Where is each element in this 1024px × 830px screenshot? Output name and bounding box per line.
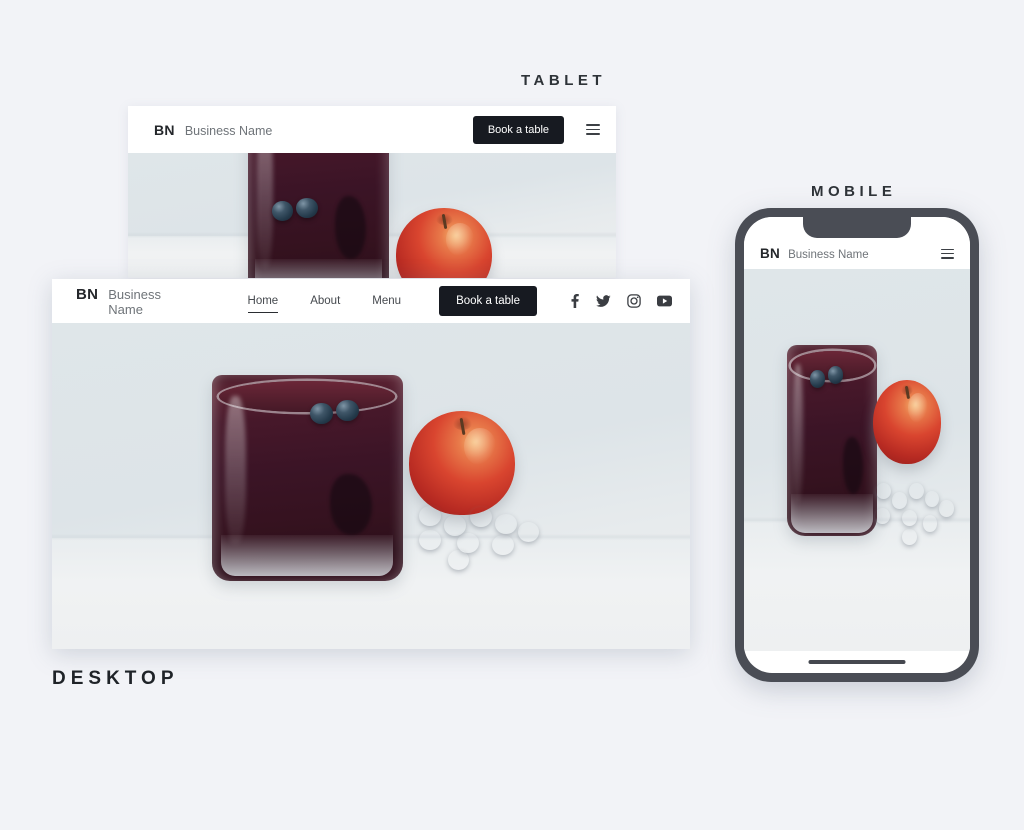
social-links (569, 294, 672, 308)
tablet-book-a-table-button[interactable]: Book a table (472, 115, 564, 144)
hamburger-bar (586, 133, 600, 135)
mobile-home-indicator (808, 660, 906, 664)
hero-blueberry (495, 514, 517, 534)
hero-blueberry (925, 491, 940, 507)
hamburger-bar (586, 128, 600, 131)
hero-apple-gloss (445, 222, 475, 257)
brand-mark: BN (154, 121, 175, 138)
mobile-mockup: BN Business Name (735, 208, 979, 682)
hero-glass-sheen (793, 364, 804, 502)
desktop-navbar: BN Business Name Home About Menu Book a … (52, 279, 690, 323)
hero-blueberry (902, 529, 917, 545)
brand-mark: BN (76, 285, 99, 303)
hero-top-blueberry (809, 370, 826, 388)
hero-blueberry (876, 483, 891, 499)
mobile-device-label: MOBILE (811, 183, 897, 200)
hamburger-icon[interactable] (586, 124, 600, 135)
mobile-notch (803, 217, 911, 238)
hero-apple-gloss (908, 393, 929, 424)
nav-link-menu[interactable]: Menu (372, 295, 401, 307)
hero-blueberry (875, 508, 890, 524)
brand-name: Business Name (184, 123, 273, 138)
mobile-screen: BN Business Name (744, 217, 970, 673)
brand-mark: BN (760, 246, 781, 261)
hamburger-bar (941, 248, 954, 251)
nav-link-home[interactable]: Home (247, 295, 278, 313)
hero-blueberry (470, 507, 492, 527)
tablet-brand[interactable]: BN Business Name (154, 122, 272, 138)
mobile-hero-image (744, 269, 970, 651)
hero-table-surface (744, 521, 970, 651)
nav-link-about[interactable]: About (310, 295, 340, 307)
hero-blueberry (902, 510, 917, 526)
hero-fruit-blob (843, 437, 863, 495)
hero-glass-sheen (224, 395, 246, 544)
desktop-book-a-table-button[interactable]: Book a table (439, 286, 537, 316)
hero-top-blueberry (271, 200, 294, 221)
hero-blueberry (939, 500, 954, 516)
hero-blueberry (448, 550, 470, 570)
hero-fruit-blob (330, 473, 373, 536)
youtube-icon[interactable] (657, 295, 672, 307)
desktop-hero-image (52, 323, 690, 649)
hamburger-icon[interactable] (941, 248, 954, 259)
hero-smoothie-glass (247, 153, 390, 278)
hamburger-bar (586, 124, 600, 126)
desktop-brand[interactable]: BN Business Name (76, 286, 174, 317)
hero-blueberry (892, 492, 907, 508)
tablet-device-label: TABLET (521, 72, 607, 89)
mobile-brand[interactable]: BN Business Name (760, 246, 869, 261)
hero-apple (872, 379, 941, 464)
desktop-nav-links: Home About Menu (247, 295, 401, 313)
mockup-stage: TABLET BN Business Name Book a table MOB… (0, 0, 1024, 830)
hero-blueberry (419, 530, 441, 550)
tablet-hero-image (128, 153, 616, 278)
hero-apple (396, 208, 492, 278)
desktop-device-label: DESKTOP (52, 668, 179, 689)
hero-smoothie-glass (211, 375, 403, 581)
hero-apple (409, 411, 515, 516)
hamburger-bar (941, 256, 954, 259)
hero-blueberry (444, 515, 466, 535)
brand-name: Business Name (788, 249, 869, 261)
tablet-mockup: BN Business Name Book a table (128, 106, 616, 278)
tablet-navbar: BN Business Name Book a table (128, 106, 616, 153)
desktop-mockup: BN Business Name Home About Menu Book a … (52, 279, 690, 649)
hero-blueberry (419, 506, 441, 526)
hero-glass-sheen (257, 153, 273, 268)
hero-blueberry (909, 483, 924, 499)
hero-apple-gloss (464, 427, 496, 466)
hamburger-bar (941, 252, 954, 255)
facebook-icon[interactable] (569, 294, 580, 308)
hero-top-blueberry (335, 399, 359, 422)
hero-top-blueberry (296, 198, 318, 218)
hero-blueberry (923, 515, 938, 531)
brand-name: Business Name (108, 286, 162, 317)
twitter-icon[interactable] (596, 294, 611, 308)
hero-blueberry (492, 535, 514, 555)
instagram-icon[interactable] (627, 294, 641, 308)
hero-fruit-blob (335, 196, 367, 260)
